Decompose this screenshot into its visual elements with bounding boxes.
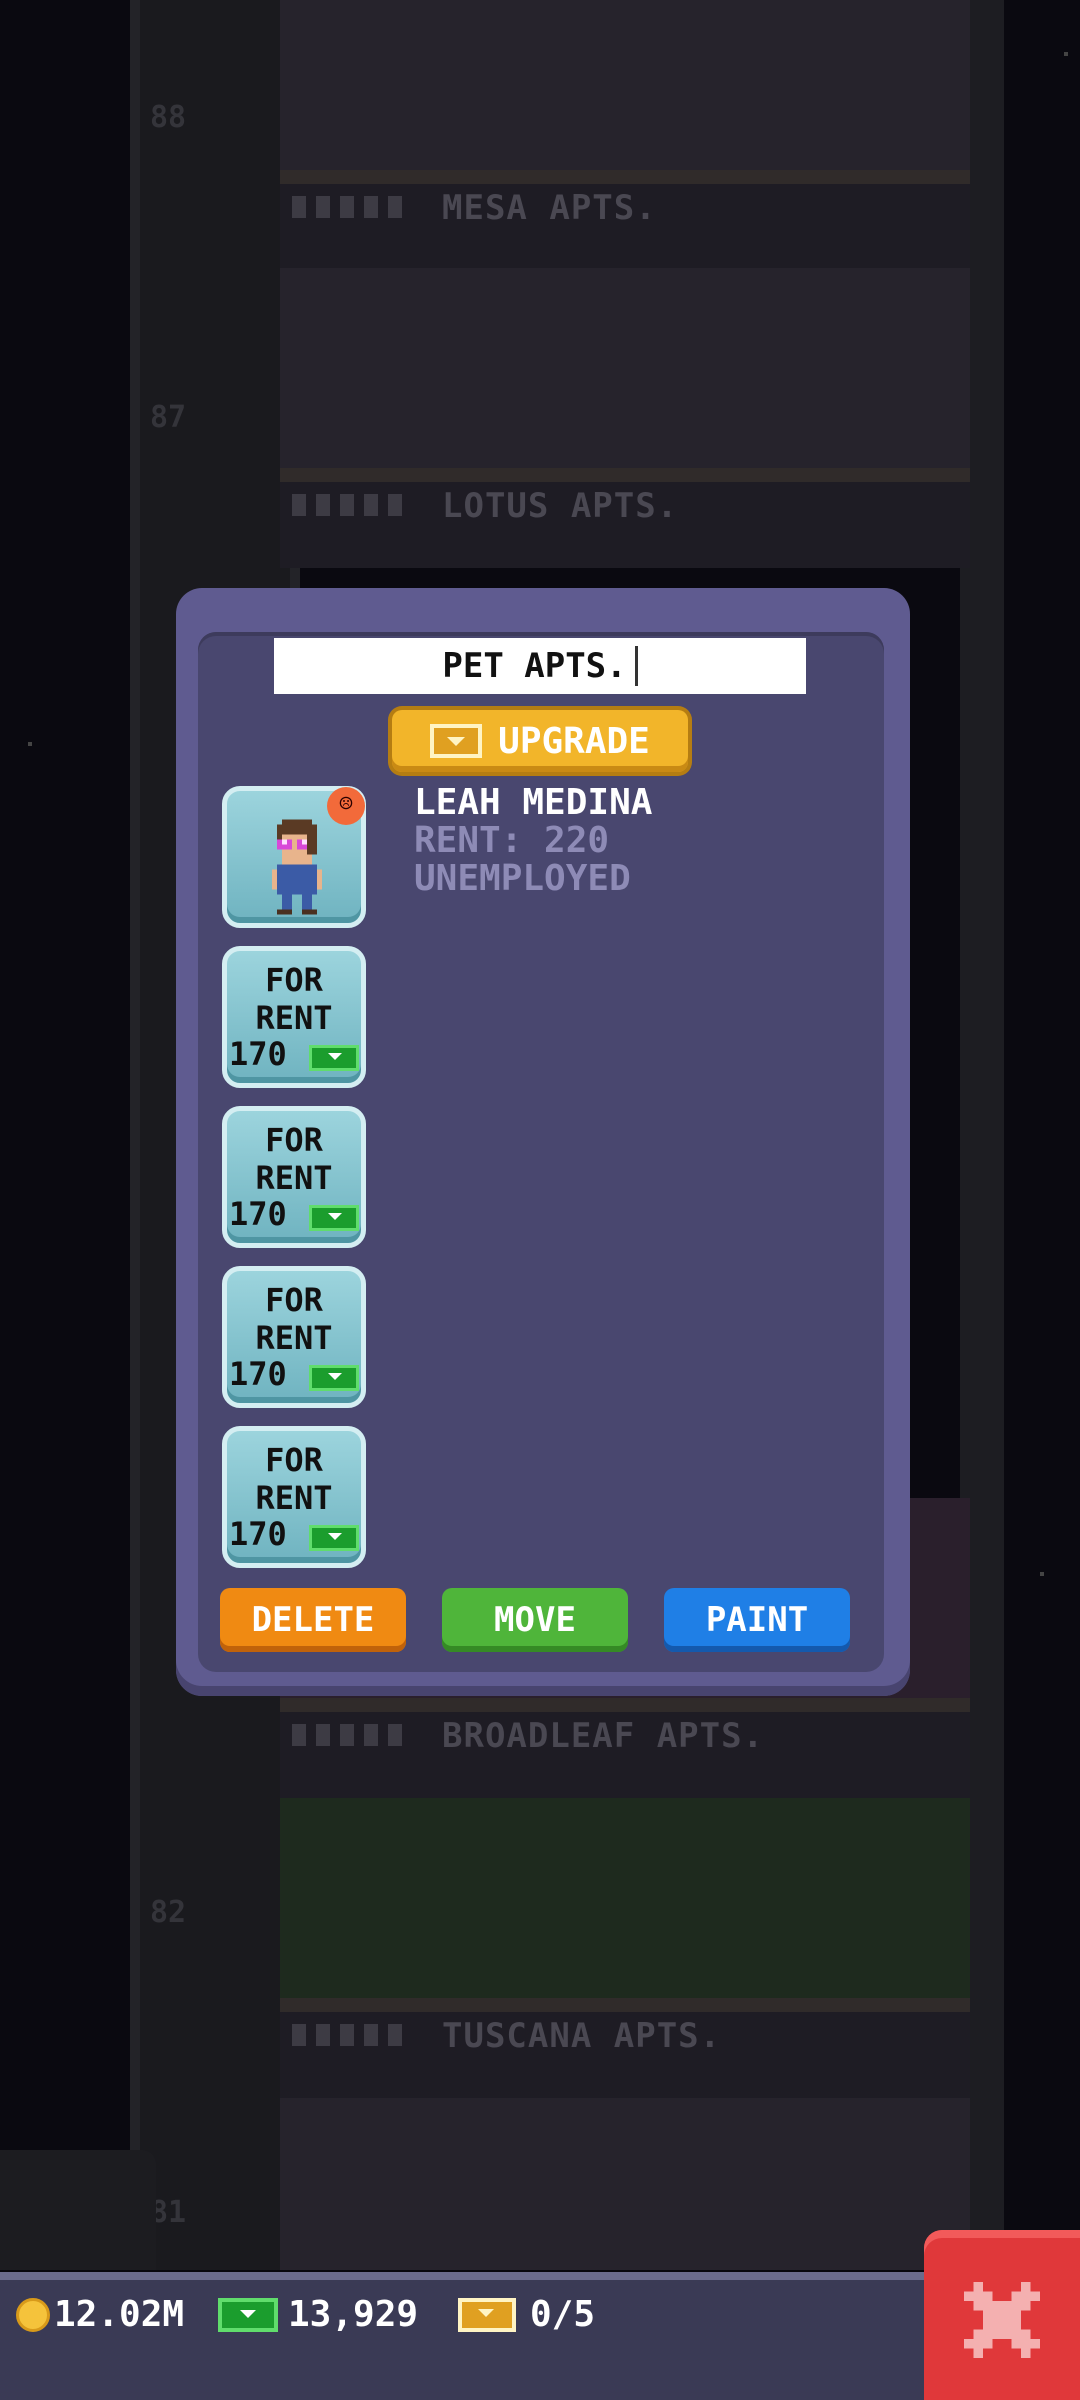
vacancy-slot[interactable]: FOR RENT 170 — [222, 1266, 366, 1408]
move-button[interactable]: MOVE — [442, 1588, 628, 1652]
rent-label: RENT — [255, 1479, 333, 1517]
star-decoration — [1064, 52, 1068, 56]
bux-value: 0/5 — [530, 2294, 596, 2335]
bitizen-avatar-icon — [272, 819, 322, 915]
for-label: FOR — [265, 1441, 323, 1479]
floor-number: 82 — [150, 1895, 187, 1930]
for-label: FOR — [265, 1121, 323, 1159]
menu-corner[interactable] — [0, 2150, 156, 2270]
floor-name: TUSCANA APTS. — [442, 2016, 722, 2056]
paint-button[interactable]: PAINT — [664, 1588, 850, 1652]
rent-label: RENT — [255, 999, 333, 1037]
cash-icon — [309, 1365, 359, 1391]
floor-number: 88 — [150, 100, 187, 135]
vacancy-price: 170 — [229, 1515, 287, 1553]
bux-stat: 0/5 — [458, 2294, 595, 2335]
rent-label: RENT — [255, 1159, 333, 1197]
floor-tuscana[interactable]: TUSCANA APTS. — [280, 1798, 970, 2098]
star-decoration — [28, 742, 32, 746]
delete-button[interactable]: DELETE — [220, 1588, 406, 1652]
cash-icon — [309, 1525, 359, 1551]
floor-name: MESA APTS. — [442, 188, 657, 228]
status-bar — [0, 2272, 1080, 2400]
bux-icon — [458, 2297, 516, 2332]
cash-value: 13,929 — [288, 2294, 419, 2335]
cash-icon — [218, 2297, 278, 2332]
floor-mesa[interactable]: MESA APTS. — [280, 0, 970, 270]
tenant-rent: RENT: 220 — [414, 820, 610, 861]
floor-lotus[interactable]: LOTUS APTS. — [280, 268, 970, 568]
tenant-slot[interactable]: ☹ — [222, 786, 366, 928]
star-decoration — [1040, 1572, 1044, 1576]
upgrade-label: UPGRADE — [498, 720, 650, 762]
bux-icon — [430, 724, 483, 758]
vacancy-slot[interactable]: FOR RENT 170 — [222, 946, 366, 1088]
unhappy-face-icon: ☹ — [327, 787, 365, 825]
cash-icon — [309, 1045, 359, 1071]
vacancy-slot[interactable]: FOR RENT 170 — [222, 1426, 366, 1568]
coins-value: 12.02M — [54, 2294, 185, 2335]
vacancy-price: 170 — [229, 1035, 287, 1073]
floor-name-text: PET APTS. — [442, 646, 627, 686]
floor-lower[interactable] — [280, 2098, 970, 2270]
vacancy-price: 170 — [229, 1355, 287, 1393]
upgrade-button[interactable]: UPGRADE — [392, 710, 688, 772]
floor-number: 87 — [150, 400, 187, 435]
close-button[interactable] — [924, 2230, 1080, 2400]
floor-name: LOTUS APTS. — [442, 486, 679, 526]
floor-name-input[interactable]: PET APTS. — [274, 638, 806, 694]
tenant-job: UNEMPLOYED — [414, 858, 631, 899]
close-icon — [964, 2282, 1040, 2358]
vacancy-slot[interactable]: FOR RENT 170 — [222, 1106, 366, 1248]
cash-stat: 13,929 — [218, 2294, 418, 2335]
for-label: FOR — [265, 1281, 323, 1319]
text-caret — [634, 646, 638, 686]
cash-icon — [309, 1205, 359, 1231]
tenant-name: LEAH MEDINA — [414, 782, 653, 823]
floor-name: BROADLEAF APTS. — [442, 1716, 765, 1756]
coin-icon — [16, 2297, 50, 2332]
for-label: FOR — [265, 961, 323, 999]
coins-stat: 12.02M — [16, 2294, 184, 2335]
rent-label: RENT — [255, 1319, 333, 1357]
vacancy-price: 170 — [229, 1195, 287, 1233]
